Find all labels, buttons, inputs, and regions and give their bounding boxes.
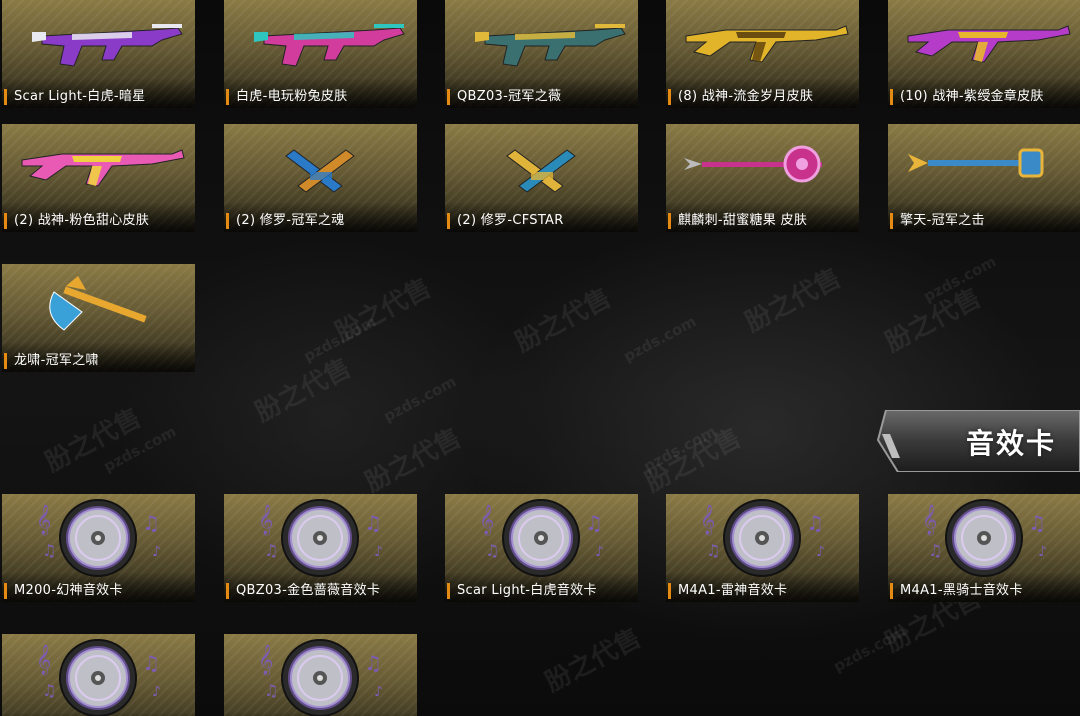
svg-text:♪: ♪	[595, 544, 604, 560]
rifle-pink-teal-icon	[254, 24, 405, 67]
weapon-card[interactable]: Scar Light-白虎-暗星	[2, 0, 195, 108]
svg-text:♫: ♫	[364, 651, 382, 675]
dual-pistol-blue-icon	[285, 149, 355, 193]
ak-purple-gold-icon	[907, 25, 1071, 63]
weapon-card[interactable]: (8) 战神-流金岁月皮肤	[666, 0, 859, 108]
sound-card-label: M4A1-雷神音效卡	[668, 583, 787, 599]
svg-text:𝄞: 𝄞	[36, 504, 51, 536]
weapon-card[interactable]: 麒麟刺-甜蜜糖果 皮肤	[666, 124, 859, 232]
svg-text:♪: ♪	[1038, 544, 1047, 560]
sound-card[interactable]: 𝄞 ♫ ♫ ♪	[224, 634, 417, 716]
section-banner: 音效卡	[876, 410, 1080, 472]
svg-text:♫: ♫	[142, 651, 160, 675]
weapon-card[interactable]: QBZ03-冠军之薇	[445, 0, 638, 108]
weapon-card[interactable]: (2) 战神-粉色甜心皮肤	[2, 124, 195, 232]
weapon-label: 白虎-电玩粉兔皮肤	[226, 89, 347, 105]
weapon-card[interactable]: 龙啸-冠军之啸	[2, 264, 195, 372]
weapon-label: 龙啸-冠军之啸	[4, 353, 99, 369]
svg-text:♫: ♫	[928, 541, 942, 560]
sound-card[interactable]: 𝄞 ♫ ♫ ♪ M4A1-雷神音效卡	[666, 494, 859, 602]
sound-card[interactable]: 𝄞 ♫ ♫ ♪ Scar Light-白虎音效卡	[445, 494, 638, 602]
svg-text:♫: ♫	[42, 541, 56, 560]
music-disc-icon: 𝄞 ♫ ♫ ♪	[922, 499, 1047, 577]
svg-text:♫: ♫	[706, 541, 720, 560]
watermark-text: 朌之代售	[640, 423, 747, 499]
music-disc-icon: 𝄞 ♫ ♫ ♪	[36, 499, 161, 577]
rifle-gold-teal-icon	[475, 24, 626, 67]
sound-card[interactable]: 𝄞 ♫ ♫ ♪	[2, 634, 195, 716]
svg-text:𝄞: 𝄞	[36, 644, 51, 676]
svg-text:♪: ♪	[152, 684, 161, 700]
svg-text:♫: ♫	[42, 681, 56, 700]
watermark-text: 朌之代售	[250, 353, 357, 429]
svg-text:♫: ♫	[806, 511, 824, 535]
music-disc-icon: 𝄞 ♫ ♫ ♪	[258, 639, 383, 716]
weapon-label: QBZ03-冠军之薇	[447, 89, 561, 105]
dual-pistol-gold-icon	[506, 149, 576, 193]
svg-text:♫: ♫	[1028, 511, 1046, 535]
watermark-text: 朌之代售	[360, 423, 467, 499]
sound-card[interactable]: 𝄞 ♫ ♫ ♪ M200-幻神音效卡	[2, 494, 195, 602]
page-background: 朌之代售 朌之代售 朌之代售 朌之代售 朌之代售 朌之代售 朌之代售 朌之代售 朌之代售 朌之代售…	[0, 0, 1080, 716]
svg-text:♪: ♪	[374, 544, 383, 560]
sound-card[interactable]: 𝄞 ♫ ♫ ♪ QBZ03-金色蔷薇音效卡	[224, 494, 417, 602]
watermark-text: 朌之代售	[40, 403, 147, 479]
axe-blue-gold-icon	[49, 276, 147, 331]
svg-text:𝄞: 𝄞	[258, 644, 273, 676]
svg-text:♪: ♪	[816, 544, 825, 560]
weapon-label: 麒麟刺-甜蜜糖果 皮肤	[668, 213, 807, 229]
watermark-text: 朌之代售	[740, 263, 847, 339]
weapon-label: (2) 战神-粉色甜心皮肤	[4, 213, 149, 229]
svg-text:♫: ♫	[264, 681, 278, 700]
section-title: 音效卡	[965, 427, 1056, 460]
watermark-domain: pzds.com	[380, 372, 460, 426]
watermark-text: 朌之代售	[880, 283, 987, 359]
weapon-card[interactable]: (2) 修罗-冠军之魂	[224, 124, 417, 232]
watermark-text: 朌之代售	[510, 283, 617, 359]
watermark-text: 朌之代售	[330, 273, 437, 349]
music-disc-icon: 𝄞 ♫ ♫ ♪	[479, 499, 604, 577]
rifle-purple-white-icon	[32, 24, 183, 67]
watermark-domain: pzds.com	[620, 312, 700, 366]
weapon-label: Scar Light-白虎-暗星	[4, 89, 145, 105]
weapon-label: 擎天-冠军之击	[890, 213, 985, 229]
svg-text:𝄞: 𝄞	[258, 504, 273, 536]
weapon-card[interactable]: (2) 修罗-CFSTAR	[445, 124, 638, 232]
svg-text:♫: ♫	[264, 541, 278, 560]
hammer-blue-gold-icon	[908, 148, 1044, 178]
svg-text:♫: ♫	[142, 511, 160, 535]
spear-pink-icon	[684, 145, 822, 183]
watermark-domain: pzds.com	[300, 312, 380, 366]
weapon-label: (2) 修罗-冠军之魂	[226, 213, 345, 229]
sound-card[interactable]: 𝄞 ♫ ♫ ♪ M4A1-黑骑士音效卡	[888, 494, 1080, 602]
ak-gold-icon	[685, 25, 849, 63]
sound-card-label: QBZ03-金色蔷薇音效卡	[226, 583, 380, 599]
svg-text:♪: ♪	[374, 684, 383, 700]
weapon-label: (10) 战神-紫绶金章皮肤	[890, 89, 1044, 105]
svg-text:♫: ♫	[485, 541, 499, 560]
svg-text:♫: ♫	[364, 511, 382, 535]
weapon-label: (2) 修罗-CFSTAR	[447, 213, 564, 229]
watermark-domain: pzds.com	[920, 252, 1000, 306]
sound-card-label: M200-幻神音效卡	[4, 583, 123, 599]
music-disc-icon: 𝄞 ♫ ♫ ♪	[700, 499, 825, 577]
sound-card-label: Scar Light-白虎音效卡	[447, 583, 597, 599]
svg-text:♪: ♪	[152, 544, 161, 560]
svg-text:♫: ♫	[585, 511, 603, 535]
watermark-domain: pzds.com	[100, 422, 180, 476]
watermark-text: 朌之代售	[540, 623, 647, 699]
weapon-label: (8) 战神-流金岁月皮肤	[668, 89, 813, 105]
weapon-card[interactable]: (10) 战神-紫绶金章皮肤	[888, 0, 1080, 108]
music-disc-icon: 𝄞 ♫ ♫ ♪	[258, 499, 383, 577]
weapon-card[interactable]: 擎天-冠军之击	[888, 124, 1080, 232]
ak-pink-icon	[21, 149, 185, 187]
watermark-domain: pzds.com	[830, 622, 910, 676]
music-disc-icon: 𝄞 ♫ ♫ ♪	[36, 639, 161, 716]
weapon-card[interactable]: 白虎-电玩粉兔皮肤	[224, 0, 417, 108]
sound-card-label: M4A1-黑骑士音效卡	[890, 583, 1023, 599]
svg-text:𝄞: 𝄞	[700, 504, 715, 536]
svg-text:𝄞: 𝄞	[479, 504, 494, 536]
watermark-domain: pzds.com	[640, 422, 720, 476]
svg-text:𝄞: 𝄞	[922, 504, 937, 536]
